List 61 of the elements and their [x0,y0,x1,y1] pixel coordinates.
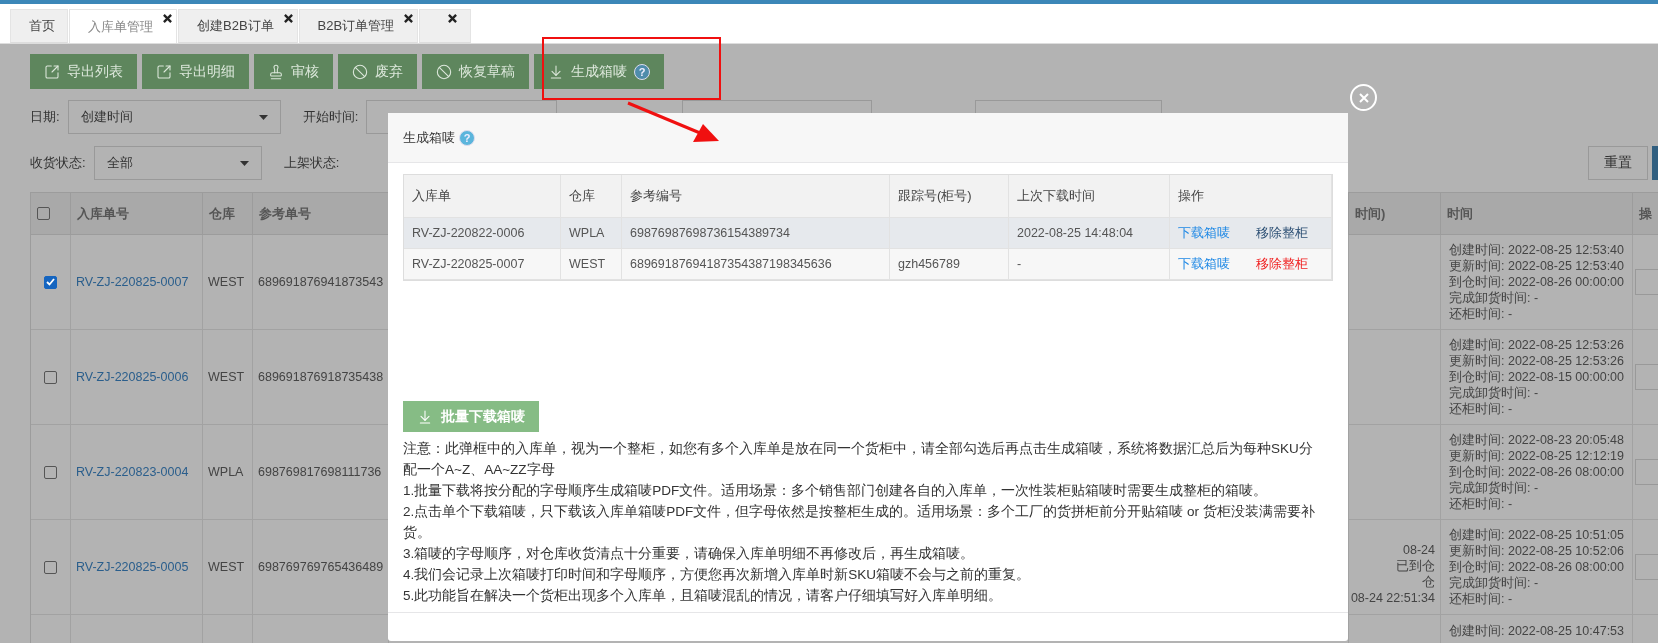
time-line: 创建时间: 2022-08-25 10:51:05 [1449,527,1624,543]
table-cell: gzh456789 [890,249,1009,280]
status-line: 08-24 22:51:34 [1350,590,1435,606]
table-cell: RV-ZJ-220822-0006 [404,218,561,249]
filter-label: 开始时间: [302,108,359,126]
table-cell: WEST [203,330,253,425]
table-cell: - [1009,249,1170,280]
column-header: 时间 [1441,193,1633,235]
time-line: 更新时间: 2022-08-25 10:52:06 [1449,543,1624,559]
table-cell: 69876987698736154389734 [622,218,890,249]
column-header: 参考编号 [622,175,890,218]
table-cell: WEST [203,235,253,330]
time-line: 更新时间: 2022-08-25 12:53:40 [1449,258,1624,274]
time-line: 到仓时间: 2022-08-15 00:00:00 [1449,369,1624,385]
column-header: 参考单号 [253,193,389,235]
time-line: 还柜时间: - [1449,496,1514,512]
table-cell: 68969187694187354387198345636 [622,249,890,280]
column-header: 入库单 [404,175,561,218]
time-line: 更新时间: 2022-08-25 12:12:19 [1449,448,1624,464]
note-text: 1.批量下载将按分配的字母顺序生成箱唛PDF文件。适用场景：多个销售部门创建各自的入库单，一次性装柜贴箱唛时需要生成整柜的箱唛。 [403,482,1269,500]
column-header: 操 [1633,193,1658,235]
time-line: 还柜时间: - [1449,401,1514,417]
time-line: 完成卸货时间: - [1449,385,1540,401]
table-cell: RV-ZJ-220825-0007 [404,249,561,280]
table-cell: WPLA [561,218,622,249]
note-text: 2.点击单个下载箱唛，只下载该入库单箱唛PDF文件，但字母依然是按整柜生成的。适用场景：多个工厂的货拼柜前分开贴箱唛 or 货柜没装满需要补货。 [403,503,1316,542]
time-line: 创建时间: 2022-08-25 12:53:26 [1449,337,1624,353]
time-line: 还柜时间: - [1449,306,1514,322]
filter-label: 日期: [30,108,60,126]
column-header: 操作 [1170,175,1332,218]
filter-label: 上架状态: [283,154,340,172]
time-line: 完成卸货时间: - [1449,480,1540,496]
column-header: 上次下载时间 [1009,175,1170,218]
note-text: 4.我们会记录上次箱唛打印时间和字母顺序，方便您再次新增入库单时新SKU箱唛不会与之前的重复。 [403,566,1032,584]
table-cell: 2022-08-25 14:48:04 [1009,218,1170,249]
time-line: 完成卸货时间: - [1449,290,1540,306]
table-cell: WEST [561,249,622,280]
note-text: 注意：此弹框中的入库单，视为一个整柜，如您有多个入库单是放在同一个货柜中，请全部勾选后再点击生成箱唛，系统将数据汇总后为每种SKU分配一个A~Z、AA~ZZ字母 [403,440,1314,479]
time-line: 创建时间: 2022-08-25 12:53:40 [1449,242,1624,258]
status-line: 已到仓 [1396,558,1435,574]
time-line: 到仓时间: 2022-08-26 08:00:00 [1449,464,1624,480]
dialog-title: 生成箱唛 [403,128,455,147]
time-line: 完成卸货时间: - [1449,575,1540,591]
filter-label: 收货状态: [30,154,86,172]
table-cell: WPLA [203,425,253,520]
time-line: 到仓时间: 2022-08-26 00:00:00 [1449,274,1624,290]
time-line: 还柜时间: - [1449,591,1514,607]
status-line: 仓 [1422,574,1435,590]
column-header: 入库单号 [71,193,203,235]
status-line: 08-24 [1403,542,1435,558]
time-line: 创建时间: 2022-08-23 20:05:48 [1449,432,1624,448]
time-line: 更新时间: 2022-08-25 12:53:26 [1449,353,1624,369]
time-line: 创建时间: 2022-08-25 10:47:53 [1449,623,1624,639]
column-header: 跟踪号(柜号) [890,175,1009,218]
note-text: 5.此功能旨在解决一个货柜出现多个入库单，且箱唛混乱的情况，请客户仔细填写好入库单明细。 [403,587,1004,605]
note-text: 3.箱唛的字母顺序，对仓库收货清点十分重要，请确保入库单明细不再修改后，再生成箱唛。 [403,545,976,563]
column-header: 仓库 [561,175,622,218]
table-cell: WEST [203,520,253,615]
time-line: 到仓时间: 2022-08-26 08:00:00 [1449,559,1624,575]
column-header: 时间) [1349,193,1441,235]
column-header: 仓库 [203,193,253,235]
